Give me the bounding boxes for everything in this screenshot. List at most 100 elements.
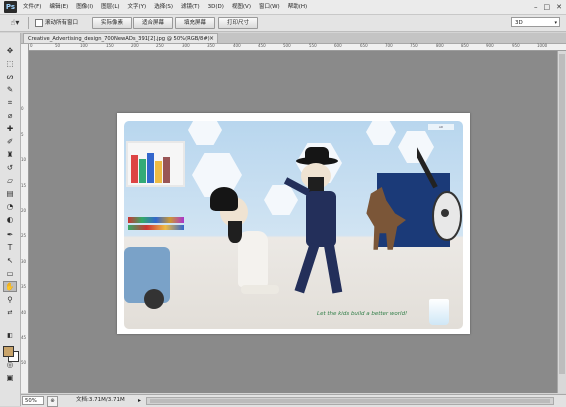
- pen-tool-icon[interactable]: ✒: [3, 229, 17, 240]
- toy-guitar: [417, 124, 462, 241]
- history-brush-tool-icon[interactable]: ↺: [3, 162, 17, 173]
- document-tab-title: Creative_Advertising_design_700NewADs_39…: [28, 36, 210, 42]
- ruler-tick-label: 0: [30, 43, 33, 48]
- ruler-tick-label: 5: [21, 132, 24, 137]
- menu-layer[interactable]: 图层(L): [101, 0, 119, 14]
- horizontal-scrollbar[interactable]: [146, 397, 554, 405]
- document-tab[interactable]: Creative_Advertising_design_700NewADs_39…: [23, 33, 218, 43]
- vertical-scroll-thumb[interactable]: [559, 54, 565, 374]
- ruler-tick-label: 45: [21, 335, 27, 340]
- left-figure-hat: [210, 187, 238, 211]
- ruler-tick-label: 10: [21, 157, 27, 162]
- scroll-all-windows-checkbox[interactable]: [35, 19, 43, 27]
- options-bar: ☝▾ 滚动所有窗口 实际像素 适合屏幕 填充屏幕 打印尺寸 3D ▾: [0, 15, 566, 32]
- shape-tool-icon[interactable]: ▭: [3, 268, 17, 279]
- clone-stamp-tool-icon[interactable]: ♜: [3, 149, 17, 160]
- menu-edit[interactable]: 编辑(E): [49, 0, 68, 14]
- ruler-tick-label: 600: [334, 43, 342, 48]
- workspace-value: 3D: [515, 20, 523, 26]
- vertical-ruler[interactable]: 0 5 10 15 20 25 30 35 40 45 50: [21, 44, 29, 393]
- horizontal-scroll-thumb[interactable]: [150, 399, 550, 403]
- print-size-button[interactable]: 打印尺寸: [218, 17, 258, 29]
- ruler-tick-label: 35: [21, 284, 27, 289]
- eraser-tool-icon[interactable]: ▱: [3, 175, 17, 186]
- menu-file[interactable]: 文件(F): [23, 0, 41, 14]
- right-figure-coat: [306, 191, 336, 247]
- status-bar: 50% ⊕ 文档:3.71M/3.71M ▸: [21, 394, 566, 407]
- foreground-color-swatch[interactable]: [3, 346, 14, 357]
- status-menu-arrow-icon[interactable]: ▸: [138, 395, 141, 406]
- menu-type[interactable]: 文字(Y): [128, 0, 147, 14]
- advertisement-photo: AD Let the kids build a better world!: [124, 121, 463, 329]
- document-size-info: 文档:3.71M/3.71M: [76, 397, 125, 403]
- ruler-tick-label: 800: [436, 43, 444, 48]
- hand-tool-icon[interactable]: ✋: [3, 281, 17, 292]
- restore-button[interactable]: □: [544, 2, 551, 12]
- document-canvas[interactable]: AD Let the kids build a better world!: [117, 113, 470, 334]
- right-figure-leg: [294, 242, 320, 294]
- actual-pixels-button[interactable]: 实际像素: [92, 17, 132, 29]
- toy-shelf: [126, 141, 185, 187]
- menu-3d[interactable]: 3D(D): [208, 0, 224, 14]
- ruler-tick-label: 1000: [537, 43, 548, 48]
- minimize-button[interactable]: –: [534, 2, 538, 12]
- menu-help[interactable]: 帮助(H): [288, 0, 307, 14]
- book: [155, 161, 162, 183]
- ruler-tick-label: 30: [21, 259, 27, 264]
- move-tool-icon[interactable]: ✥: [3, 45, 17, 56]
- path-select-tool-icon[interactable]: ↖: [3, 255, 17, 266]
- book: [147, 153, 154, 183]
- brush-tool-icon[interactable]: ✐: [3, 136, 17, 147]
- eyedropper-tool-icon[interactable]: ⌀: [3, 110, 17, 121]
- blur-tool-icon[interactable]: ◔: [3, 201, 17, 212]
- book: [163, 157, 170, 183]
- quick-select-tool-icon[interactable]: ✎: [3, 84, 17, 95]
- crop-tool-icon[interactable]: ⌗: [3, 97, 17, 108]
- right-figure-leg: [323, 242, 343, 294]
- fill-screen-button[interactable]: 填充屏幕: [175, 17, 215, 29]
- ruler-tick-label: 900: [486, 43, 494, 48]
- wall-hexagon: [264, 185, 298, 215]
- menu-image[interactable]: 图像(I): [76, 0, 93, 14]
- marquee-tool-icon[interactable]: ⬚: [3, 58, 17, 69]
- quick-mask-icon[interactable]: ◎: [3, 359, 17, 370]
- hand-tool-preset-icon[interactable]: ☝▾: [6, 17, 24, 28]
- menu-view[interactable]: 视图(V): [232, 0, 251, 14]
- ad-slogan: Let the kids build a better world!: [317, 311, 408, 317]
- product-cup: [429, 299, 449, 325]
- window-controls: – □ ✕: [534, 2, 562, 12]
- ruler-tick-label: 550: [309, 43, 317, 48]
- workspace-select[interactable]: 3D ▾: [511, 17, 560, 27]
- photoshop-logo: Ps: [4, 1, 17, 13]
- close-tab-icon[interactable]: ×: [209, 34, 214, 43]
- zoom-level-field[interactable]: 50%: [22, 396, 44, 405]
- vertical-scrollbar[interactable]: [557, 51, 566, 393]
- ruler-tick-label: 200: [131, 43, 139, 48]
- close-button[interactable]: ✕: [556, 2, 562, 12]
- lasso-tool-icon[interactable]: ᔕ: [3, 71, 17, 82]
- ruler-tick-label: 250: [156, 43, 164, 48]
- ruler-tick-label: 15: [21, 183, 27, 188]
- left-figure-legs: [241, 285, 279, 294]
- screen-mode-icon[interactable]: ▣: [3, 372, 17, 383]
- menu-filter[interactable]: 滤镜(T): [181, 0, 200, 14]
- ruler-tick-label: 500: [283, 43, 291, 48]
- menu-select[interactable]: 选择(S): [154, 0, 173, 14]
- zoom-tool-icon[interactable]: ⚲: [3, 294, 17, 305]
- fit-screen-button[interactable]: 适合屏幕: [133, 17, 173, 29]
- toy-car-wheel: [144, 289, 164, 309]
- menu-window[interactable]: 窗口(W): [259, 0, 280, 14]
- dodge-tool-icon[interactable]: ◐: [3, 214, 17, 225]
- status-info-icon[interactable]: ⊕: [47, 396, 58, 407]
- healing-brush-tool-icon[interactable]: ✚: [3, 123, 17, 134]
- book: [139, 159, 146, 183]
- horizontal-ruler[interactable]: 0 50 100 150 200 250 300 350 400 450 500…: [28, 43, 566, 51]
- swap-colors-icon[interactable]: ⇄: [3, 307, 17, 318]
- ruler-tick-label: 40: [21, 310, 27, 315]
- ruler-tick-label: 850: [461, 43, 469, 48]
- ruler-tick-label: 100: [80, 43, 88, 48]
- ruler-tick-label: 700: [385, 43, 393, 48]
- type-tool-icon[interactable]: T: [3, 242, 17, 253]
- gradient-tool-icon[interactable]: ▤: [3, 188, 17, 199]
- default-colors-icon[interactable]: ◧: [3, 330, 17, 341]
